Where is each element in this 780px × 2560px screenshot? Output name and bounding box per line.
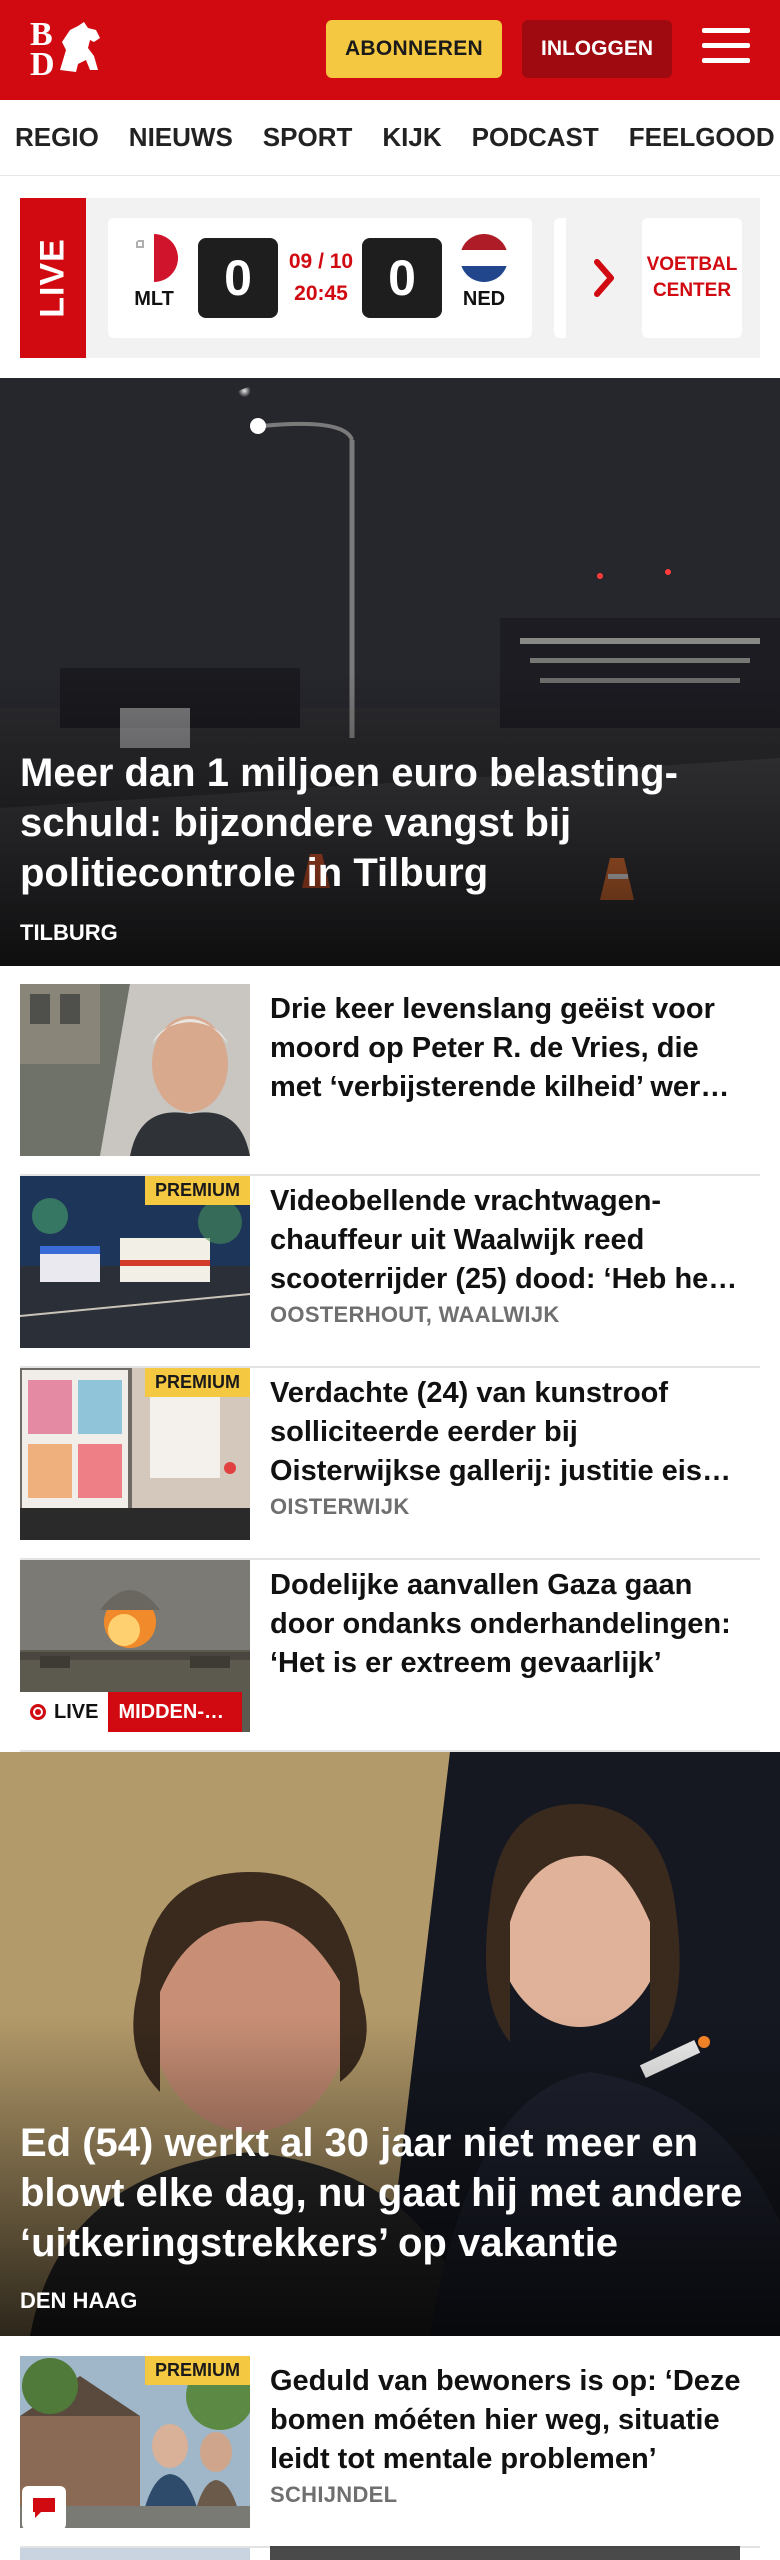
premium-badge: PREMIUM bbox=[145, 2356, 250, 2385]
article-headline[interactable]: Geduld van bewoners is op: ‘Deze bomen m… bbox=[270, 2362, 750, 2479]
featured-headline[interactable]: Ed (54) werkt al 30 jaar niet meer en bl… bbox=[20, 2118, 760, 2268]
nav-item-kijk[interactable]: KIJK bbox=[382, 122, 441, 153]
section-nav: REGIO NIEUWS SPORT KIJK PODCAST FEELGOOD bbox=[0, 100, 780, 176]
chevron-right-icon[interactable] bbox=[592, 256, 618, 300]
next-article-thumbnail-peek bbox=[20, 2548, 250, 2560]
netherlands-flag-icon bbox=[460, 234, 508, 282]
list-item[interactable]: PREMIUM Verdachte (24) van kunstroof sol… bbox=[20, 1368, 760, 1560]
horse-emblem-icon bbox=[60, 22, 100, 72]
hero-headline[interactable]: Meer dan 1 miljoen euro belasting-schuld… bbox=[20, 748, 740, 898]
article-headline[interactable]: Dodelijke aanvallen Gaza gaan door ondan… bbox=[270, 1566, 750, 1683]
article-thumbnail bbox=[20, 984, 250, 1156]
nav-item-podcast[interactable]: PODCAST bbox=[472, 122, 599, 153]
live-dot-icon bbox=[30, 1704, 46, 1720]
next-article-title-peek bbox=[270, 2546, 740, 2560]
nav-item-nieuws[interactable]: NIEUWS bbox=[129, 122, 233, 153]
away-score: 0 bbox=[362, 238, 442, 318]
top-bar: B D ABONNEREN INLOGGEN bbox=[0, 0, 780, 100]
subscribe-button[interactable]: ABONNEREN bbox=[326, 20, 502, 78]
match-time: 20:45 bbox=[294, 282, 348, 305]
article-location-tag: OISTERWIJK bbox=[270, 1494, 410, 1519]
live-label: LIVE bbox=[33, 238, 72, 318]
article-location-tag: SCHIJNDEL bbox=[270, 2482, 398, 2507]
list-item[interactable]: LIVE MIDDEN-… Dodelijke aanvallen Gaza g… bbox=[20, 1560, 760, 1752]
home-score: 0 bbox=[198, 238, 278, 318]
live-badge: LIVE bbox=[20, 198, 86, 358]
live-section-pill: LIVE MIDDEN-… bbox=[20, 1692, 243, 1732]
premium-badge: PREMIUM bbox=[145, 1176, 250, 1205]
live-indicator-label: LIVE bbox=[54, 1700, 99, 1723]
article-thumbnail: PREMIUM bbox=[20, 1368, 250, 1540]
match-date: 09 / 10 bbox=[288, 250, 354, 273]
article-thumbnail: LIVE MIDDEN-… bbox=[20, 1560, 250, 1732]
match-datetime: 09 / 10 20:45 bbox=[284, 246, 358, 310]
featured-article[interactable]: Ed (54) werkt al 30 jaar niet meer en bl… bbox=[0, 1752, 780, 2336]
malta-flag-icon bbox=[130, 234, 178, 282]
article-headline[interactable]: Drie keer levenslang geëist voor moord o… bbox=[270, 990, 750, 1107]
list-item[interactable]: PREMIUM Videobellende vrachtwagen-chauff… bbox=[20, 1176, 760, 1368]
home-team: MLT bbox=[124, 234, 184, 311]
chat-bubble-icon[interactable] bbox=[22, 2486, 66, 2530]
away-team: NED bbox=[454, 234, 514, 311]
brand-logo[interactable]: B D bbox=[30, 18, 114, 82]
article-headline[interactable]: Verdachte (24) van kunstroof solliciteer… bbox=[270, 1374, 750, 1491]
logo-letter-d: D bbox=[30, 46, 55, 83]
live-indicator: LIVE bbox=[20, 1692, 109, 1732]
article-thumbnail: PREMIUM bbox=[20, 1176, 250, 1348]
list-item[interactable]: Drie keer levenslang geëist voor moord o… bbox=[20, 984, 760, 1176]
nav-item-sport[interactable]: SPORT bbox=[263, 122, 353, 153]
article-headline[interactable]: Videobellende vrachtwagen-chauffeur uit … bbox=[270, 1182, 750, 1299]
home-team-code: MLT bbox=[134, 288, 174, 310]
section-label: MIDDEN-… bbox=[108, 1692, 243, 1732]
match-card[interactable]: MLT 0 09 / 10 20:45 0 NED bbox=[108, 218, 532, 338]
hero-article[interactable]: Meer dan 1 miljoen euro belasting-schuld… bbox=[0, 378, 780, 966]
away-team-code: NED bbox=[462, 288, 506, 310]
voetbal-center-label: VOETBAL CENTER bbox=[646, 254, 738, 301]
hamburger-icon[interactable] bbox=[702, 28, 750, 70]
nav-item-regio[interactable]: REGIO bbox=[15, 122, 99, 153]
list-item[interactable]: PREMIUM Geduld van bewoners is op: ‘Deze… bbox=[20, 2356, 760, 2548]
hero-location-tag: TILBURG bbox=[20, 920, 118, 945]
page: B D ABONNEREN INLOGGEN REGIO NIEUWS SPOR… bbox=[0, 0, 780, 2560]
login-button[interactable]: INLOGGEN bbox=[522, 20, 672, 78]
premium-badge: PREMIUM bbox=[145, 1368, 250, 1397]
voetbal-center-link[interactable]: VOETBAL CENTER bbox=[642, 218, 742, 338]
live-scoreboard: LIVE MLT 0 09 / 10 20:45 0 NED VOETBAL C… bbox=[20, 198, 760, 358]
nav-item-feelgood[interactable]: FEELGOOD bbox=[629, 122, 775, 153]
next-match-card-peek[interactable] bbox=[554, 218, 566, 338]
featured-location-tag: DEN HAAG bbox=[20, 2288, 138, 2313]
article-location-tag: OOSTERHOUT, WAALWIJK bbox=[270, 1302, 560, 1327]
